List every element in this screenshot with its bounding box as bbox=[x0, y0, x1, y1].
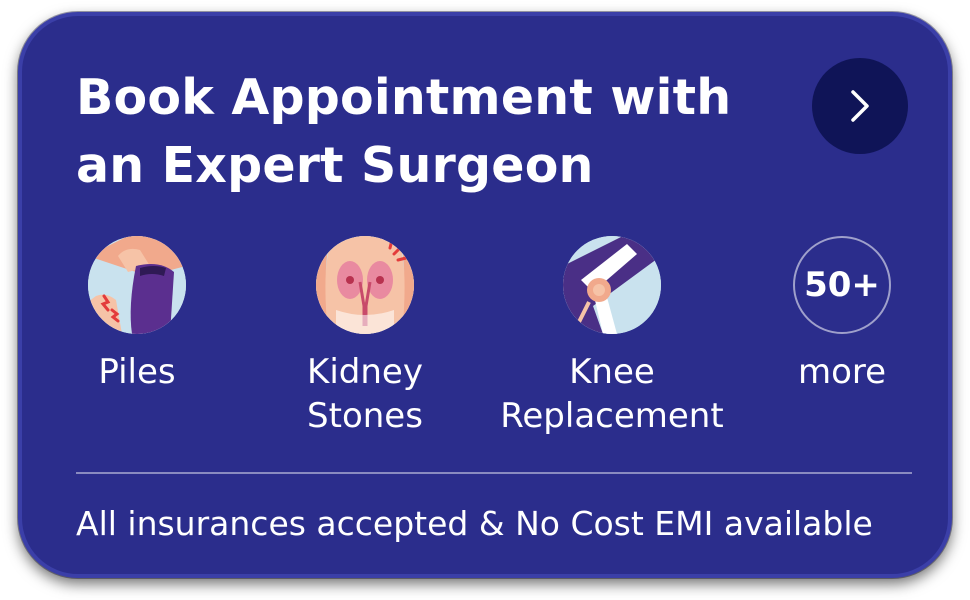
procedure-label-piles: Piles bbox=[98, 352, 176, 392]
kidney-stones-icon bbox=[316, 236, 414, 334]
more-label: more bbox=[797, 352, 887, 392]
surgeon-appointment-card[interactable]: Book Appointment with an Expert Surgeon … bbox=[18, 12, 952, 578]
knee-replacement-icon bbox=[563, 236, 661, 334]
card-title-line-2: an Expert Surgeon bbox=[76, 137, 594, 194]
procedure-item-kidney-stones[interactable]: Kidney Stones bbox=[302, 236, 428, 438]
piles-icon bbox=[88, 236, 186, 334]
insurance-emi-note: All insurances accepted & No Cost EMI av… bbox=[76, 504, 873, 543]
procedure-label-kidney-stones: Kidney Stones bbox=[307, 352, 423, 436]
open-arrow-button[interactable] bbox=[812, 58, 908, 154]
procedure-item-knee-replacement[interactable]: Knee Replacement bbox=[492, 236, 732, 438]
more-procedures-item[interactable]: 50+ more bbox=[782, 236, 902, 394]
divider bbox=[76, 472, 912, 474]
card-title: Book Appointment with an Expert Surgeon bbox=[76, 64, 756, 200]
chevron-right-icon bbox=[851, 90, 869, 122]
more-count-badge: 50+ bbox=[793, 236, 891, 334]
procedure-item-piles[interactable]: Piles bbox=[79, 236, 195, 394]
card-title-line-1: Book Appointment with bbox=[76, 69, 732, 126]
procedure-label-knee-replacement: Knee Replacement bbox=[500, 352, 724, 436]
